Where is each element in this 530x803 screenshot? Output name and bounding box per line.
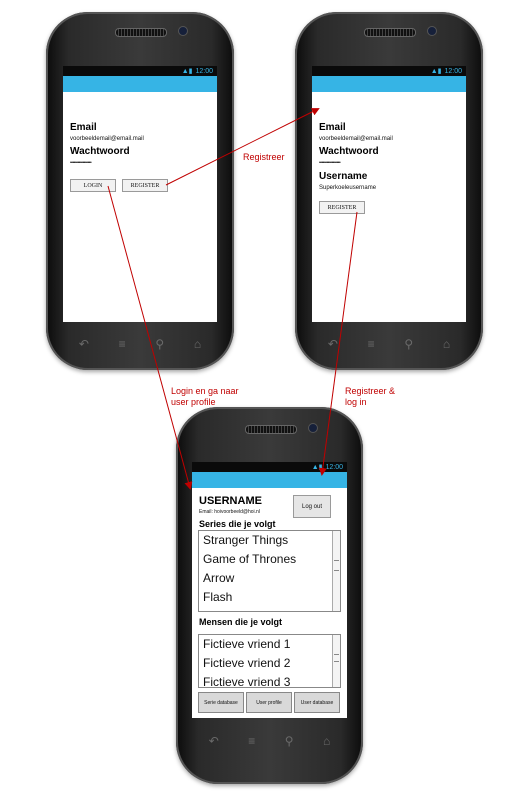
annotation-line: Registreer & — [345, 386, 396, 396]
annotation-registreer: Registreer — [243, 152, 285, 162]
annotation-login: Login en ga naar user profile — [171, 386, 239, 408]
arrow-register-to-profile — [318, 211, 358, 476]
arrow-login-to-profile — [107, 185, 193, 490]
annotation-line: Login en ga naar — [171, 386, 239, 396]
annotation-line: log in — [345, 397, 367, 407]
annotation-line: user profile — [171, 397, 216, 407]
arrow-register-to-register-screen — [165, 108, 320, 186]
flow-arrows — [107, 108, 358, 490]
annotation-registreer-login: Registreer & log in — [345, 386, 395, 408]
